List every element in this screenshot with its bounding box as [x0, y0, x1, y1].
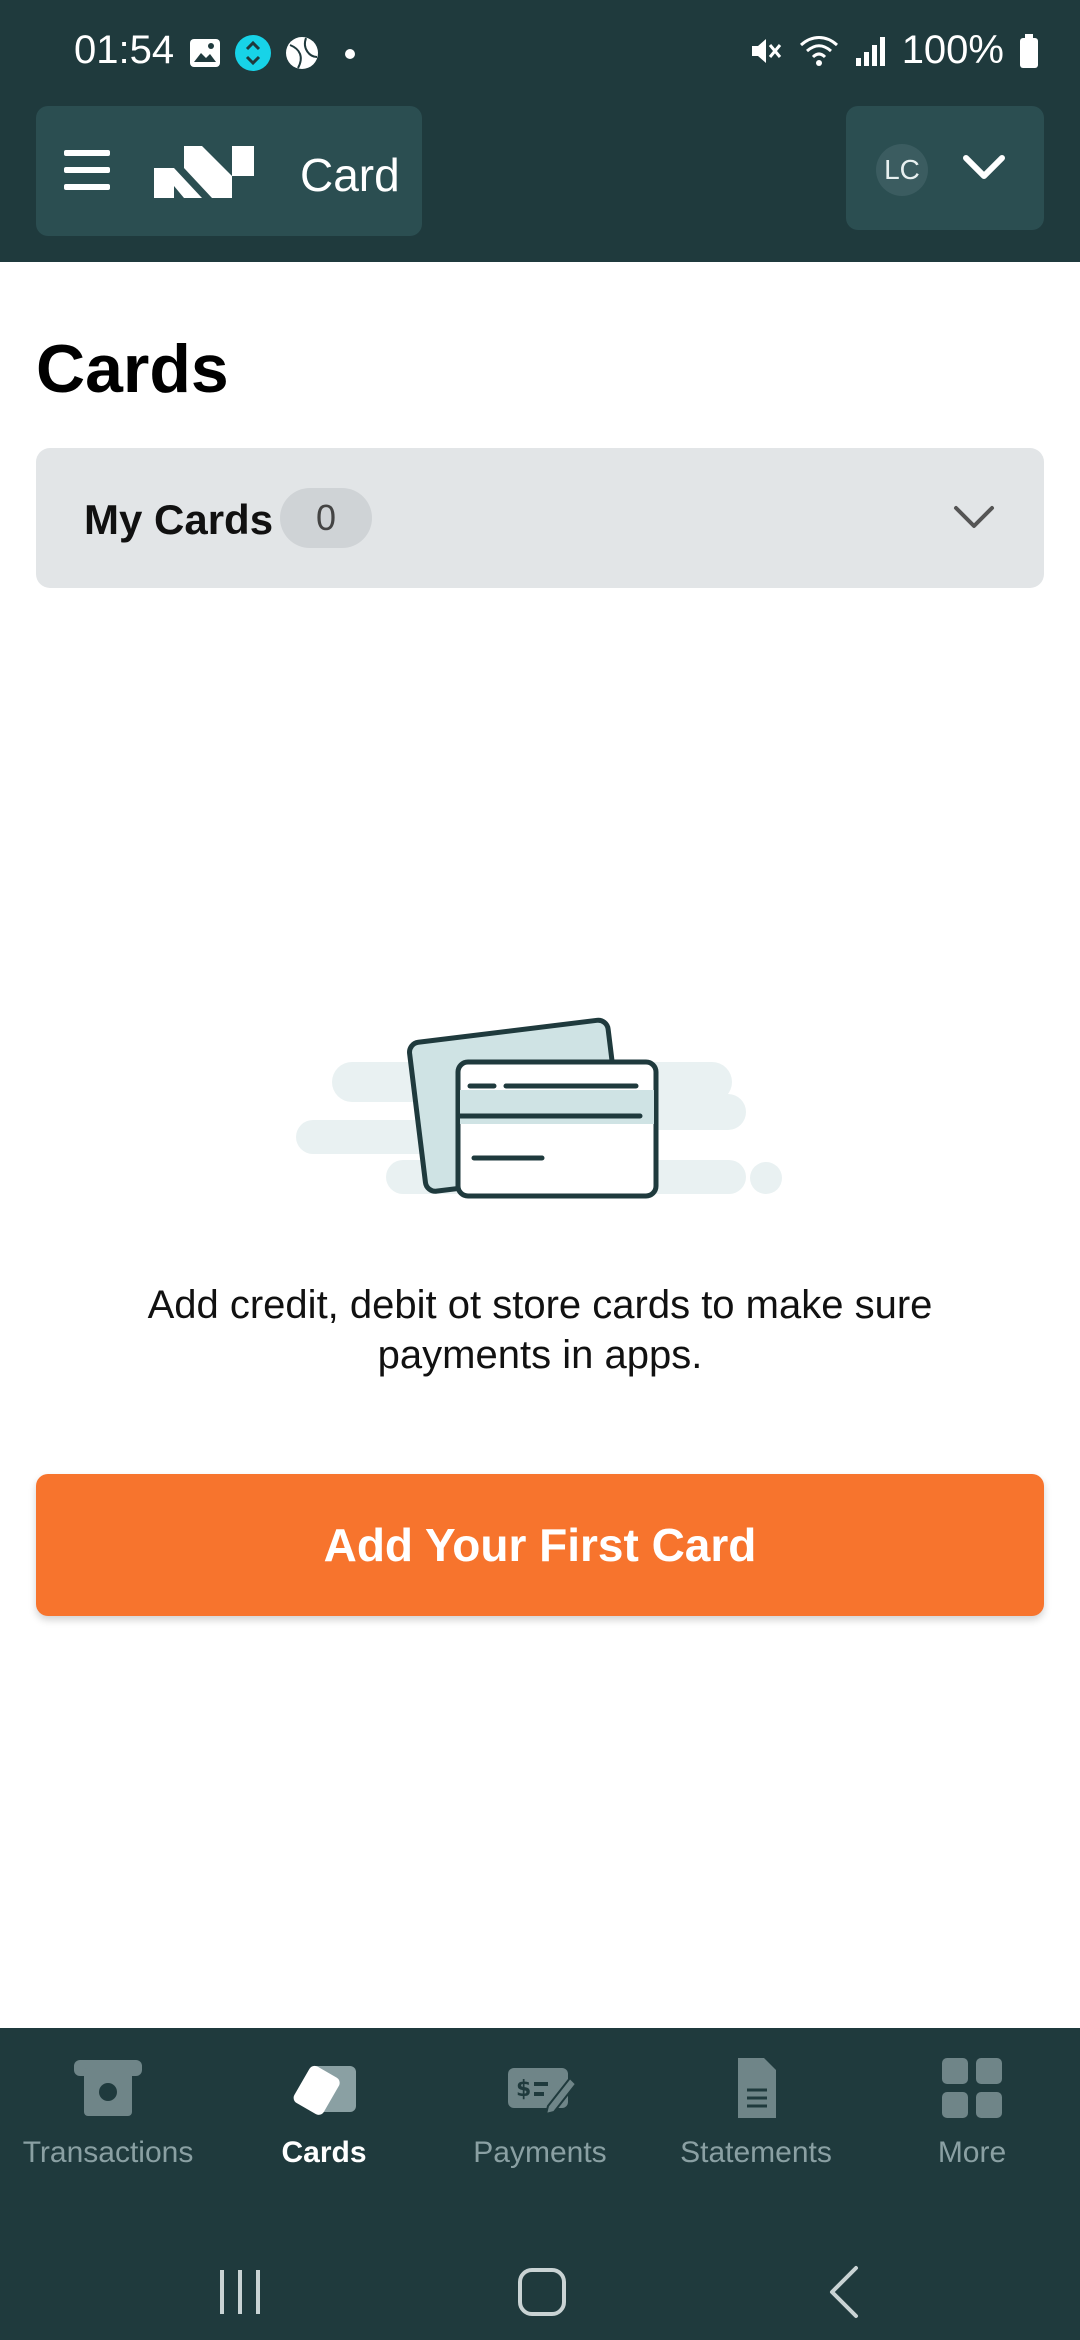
bottom-nav: Transactions Cards $ Payments Statements…: [0, 2028, 1080, 2340]
tab-transactions[interactable]: Transactions: [0, 2028, 216, 2198]
tab-cards[interactable]: Cards: [216, 2028, 432, 2198]
ball-icon: [286, 37, 318, 69]
card-icon: [293, 2065, 356, 2115]
check-payment-icon: $: [508, 2068, 576, 2116]
page-title: Cards: [36, 331, 229, 407]
account-switcher[interactable]: LC: [846, 106, 1044, 230]
tab-label: Statements: [680, 2136, 832, 2169]
my-cards-accordion[interactable]: My Cards 0: [36, 448, 1044, 588]
brand-menu: Card: [36, 106, 422, 236]
avatar: LC: [876, 144, 928, 196]
cards-illustration: [296, 1017, 782, 1199]
system-navigation: [0, 2228, 1080, 2340]
status-time: 01:54: [74, 28, 175, 72]
logo-icon: [154, 146, 254, 198]
status-bar: 01:54 100%: [0, 0, 1080, 104]
header-title: Card: [300, 149, 400, 201]
tab-statements[interactable]: Statements: [648, 2028, 864, 2198]
app-notification-icon: [235, 35, 271, 71]
back-icon[interactable]: [816, 2264, 876, 2320]
recents-icon[interactable]: [210, 2264, 270, 2320]
tab-label: Transactions: [22, 2136, 194, 2169]
home-icon[interactable]: [512, 2264, 572, 2320]
gallery-icon: [190, 39, 220, 67]
chevron-down-icon: [954, 506, 994, 528]
system-status-icons: 100%: [748, 28, 1040, 73]
tab-payments[interactable]: $ Payments: [432, 2028, 648, 2198]
dot-icon: [345, 49, 355, 59]
tab-label: Payments: [473, 2136, 607, 2169]
tab-label: Cards: [281, 2136, 367, 2169]
chevron-down-icon: [963, 155, 1005, 179]
mute-icon: [751, 38, 781, 63]
tab-more[interactable]: More: [864, 2028, 1080, 2198]
wifi-icon: [799, 35, 838, 66]
svg-text:$: $: [516, 2077, 531, 2102]
document-icon: [738, 2058, 776, 2118]
battery-percent: 100%: [901, 28, 1004, 72]
app-header: 01:54 100% Card LC: [0, 0, 1080, 262]
battery-icon: [1020, 33, 1038, 68]
tab-label: More: [937, 2136, 1007, 2169]
notification-icons: [188, 34, 362, 72]
empty-state-message: Add credit, debit ot store cards to make…: [147, 1283, 933, 1377]
menu-icon[interactable]: [64, 150, 110, 190]
my-cards-count-badge: 0: [280, 488, 372, 548]
my-cards-label: My Cards: [84, 496, 274, 543]
grid-icon: [942, 2058, 1002, 2118]
atm-icon: [74, 2060, 142, 2116]
add-first-card-button[interactable]: Add Your First Card: [36, 1474, 1044, 1616]
signal-icon: [855, 36, 885, 66]
